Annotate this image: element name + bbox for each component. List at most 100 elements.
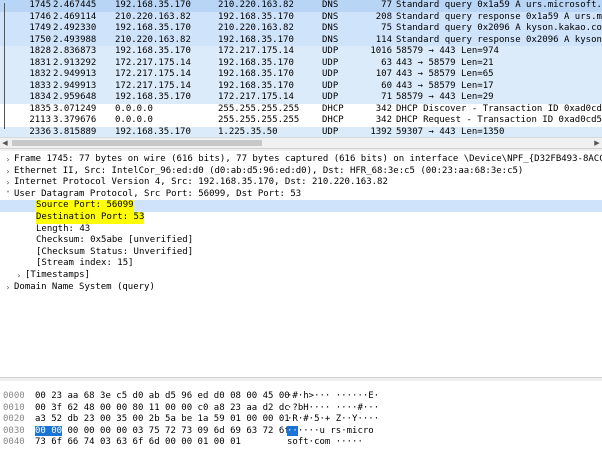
packet-time: 2.913292 [53,57,97,68]
bytes-row: 0010 00 3f 62 48 00 00 80 11 00 00 c0 a8 … [0,403,602,415]
detail-row[interactable]: › Frame 1745: 77 bytes on wire (616 bits)… [0,154,602,166]
packet-time: 2.836873 [53,46,97,56]
byte-hex[interactable]: 00 3f 62 48 00 00 80 11 00 00 c0 a8 23 a… [35,403,290,415]
detail-row[interactable]: [Stream index: 15] [0,258,602,270]
packet-row[interactable]: 1834 2.959648 192.168.35.170 172.217.175.14… [0,92,602,104]
byte-ascii[interactable]: ·R·#·5·+ Z··Y···· [287,414,379,426]
packet-protocol: DNS [322,23,339,33]
packet-row[interactable]: 1750 2.493988 210.220.163.82 192.168.35.170… [0,34,602,46]
packet-row[interactable]: 1749 2.492330 192.168.35.170 210.220.163.82… [0,23,602,35]
packet-source: 0.0.0.0 [115,115,153,125]
detail-row[interactable]: ˅ User Datagram Protocol, Src Port: 56099… [0,189,602,201]
chevron-right-icon[interactable]: › [4,177,12,189]
packet-destination: 192.168.35.170 [218,80,294,91]
packet-length: 75 [381,23,392,33]
packet-list-horizontal-scrollbar[interactable]: ◀ ▶ [0,137,602,148]
packet-row[interactable]: 1828 2.836873 192.168.35.170 172.217.175.14… [0,46,602,58]
selected-bytes-hex[interactable]: 00 00 [35,425,63,436]
scroll-right-icon[interactable]: ▶ [592,138,602,148]
byte-offset: 0010 [3,402,25,413]
packet-row[interactable]: 1745 2.467445 192.168.35.170 210.220.163.82… [0,0,602,12]
packet-row[interactable]: 1835 3.071249 0.0.0.0 255.255.255.255 DHCP 34… [0,103,602,115]
byte-hex-rest: 00 00 00 00 03 75 72 73 09 6d 69 63 72 6… [62,425,290,436]
related-packets-line [4,3,5,129]
byte-hex[interactable]: 00 00 00 00 00 00 03 75 72 73 09 6d 69 6… [35,425,290,438]
byte-hex[interactable]: 73 6f 66 74 03 63 6f 6d 00 00 01 00 01 [35,437,241,449]
packet-row[interactable]: 2113 3.379676 0.0.0.0 255.255.255.255 DHCP 34… [0,115,602,127]
packet-bytes-pane[interactable]: 0000 00 23 aa 68 3e c5 d0 ab d5 96 ed d0 … [0,381,602,451]
byte-ascii[interactable]: ······u rs·micro [287,425,374,438]
packet-row[interactable]: 1833 2.949913 172.217.175.14 192.168.35.170… [0,80,602,92]
byte-ascii[interactable]: ·#·h>··· ······E· [287,391,379,403]
detail-row[interactable]: › Internet Protocol Version 4, Src: 192.1… [0,177,602,189]
packet-info: 59307 → 443 Len=1350 [396,126,505,137]
byte-offset: 0020 [3,414,25,424]
scroll-left-icon[interactable]: ◀ [0,138,10,148]
packet-row[interactable]: 1832 2.949913 172.217.175.14 192.168.35.170… [0,69,602,81]
bytes-row: 0020 a3 52 db 23 00 35 00 2b 5a be 1a 59 … [0,414,602,426]
byte-ascii[interactable]: ·?bH···· ····#··· [287,403,379,415]
detail-row[interactable]: › Domain Name System (query) [0,282,602,294]
chevron-right-icon[interactable]: › [4,154,12,166]
packet-destination: 172.217.175.14 [218,46,294,56]
packet-destination: 210.220.163.82 [218,0,294,10]
packet-length: 208 [375,11,392,22]
packet-protocol: UDP [322,126,339,137]
packet-destination: 192.168.35.170 [218,34,294,45]
packet-length: 342 [375,115,392,125]
byte-ascii-rest: ····u rs·micro [297,425,374,436]
detail-row[interactable]: › Ethernet II, Src: IntelCor_96:ed:d0 (d0… [0,166,602,178]
packet-details-tree[interactable]: › Frame 1745: 77 bytes on wire (616 bits)… [0,151,602,377]
packet-destination: 255.255.255.255 [218,115,300,125]
detail-text: Source Port: 56099 [36,200,134,212]
packet-destination: 255.255.255.255 [218,103,300,114]
chevron-down-icon[interactable]: ˅ [4,189,12,201]
packet-protocol: DHCP [322,115,344,125]
packet-info: Standard query 0x1a59 A urs.microsoft.co… [396,0,602,10]
packet-time: 2.949913 [53,69,97,79]
packet-list[interactable]: 1745 2.467445 192.168.35.170 210.220.163.82… [0,0,602,137]
packet-length: 107 [375,69,392,79]
packet-destination: 172.217.175.14 [218,92,294,102]
detail-row[interactable]: Destination Port: 53 [0,212,602,224]
packet-source: 172.217.175.14 [115,57,191,68]
packet-source: 192.168.35.170 [115,126,191,137]
packet-source: 0.0.0.0 [115,103,153,114]
byte-ascii[interactable]: soft·com ····· [287,437,363,449]
detail-row[interactable]: › [Timestamps] [0,270,602,282]
packet-length: 60 [381,80,392,91]
chevron-right-icon[interactable]: › [4,282,12,294]
packet-source: 210.220.163.82 [115,34,191,45]
detail-row[interactable]: [Checksum Status: Unverified] [0,247,602,259]
packet-row[interactable]: 2336 3.815889 192.168.35.170 1.225.35.50 UDP… [0,126,602,137]
detail-row[interactable]: Checksum: 0x5abe [unverified] [0,235,602,247]
packet-info: Standard query 0x2096 A kyson.kakao.com [396,23,602,33]
packet-time: 2.949913 [53,80,97,91]
packet-protocol: DNS [322,11,339,22]
chevron-right-icon[interactable]: › [15,270,23,282]
chevron-right-icon[interactable]: › [4,166,12,178]
byte-hex[interactable]: 00 23 aa 68 3e c5 d0 ab d5 96 ed d0 08 0… [35,391,290,403]
packet-row[interactable]: 1831 2.913292 172.217.175.14 192.168.35.170… [0,57,602,69]
packet-protocol: UDP [322,46,339,56]
packet-length: 77 [381,0,392,10]
packet-protocol: UDP [322,92,339,102]
scrollbar-thumb[interactable] [12,140,262,146]
packet-length: 114 [375,34,392,45]
byte-hex[interactable]: a3 52 db 23 00 35 00 2b 5a be 1a 59 01 0… [35,414,290,426]
detail-text: [Timestamps] [25,270,91,280]
detail-row[interactable]: Source Port: 56099 [0,200,602,212]
detail-row[interactable]: Length: 43 [0,224,602,236]
packet-row[interactable]: 1746 2.469114 210.220.163.82 192.168.35.170… [0,11,602,23]
packet-info: 443 → 58579 Len=65 [396,69,494,79]
packet-info: 443 → 58579 Len=21 [396,57,494,68]
packet-time: 2.492330 [53,23,97,33]
packet-protocol: DHCP [322,103,344,114]
packet-length: 71 [381,92,392,102]
detail-text: Length: 43 [36,223,91,234]
detail-text: Ethernet II, Src: IntelCor_96:ed:d0 (d0:… [14,165,524,176]
detail-text: [Stream index: 15] [36,258,134,269]
packet-length: 1016 [370,46,392,56]
selected-bytes-ascii[interactable]: ·· [287,425,298,436]
detail-text: Destination Port: 53 [36,212,145,224]
